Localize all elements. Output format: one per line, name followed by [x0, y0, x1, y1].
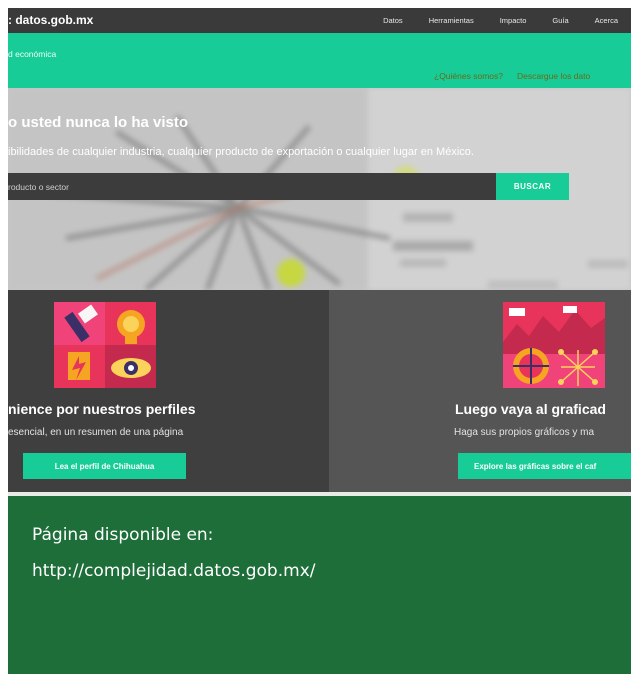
card-graphs-description: Haga sus propios gráficos y ma: [454, 427, 595, 438]
availability-panel: Página disponible en: http://complejidad…: [8, 496, 631, 674]
nav-link-impacto[interactable]: Impacto: [487, 16, 540, 25]
section-subbar: d económica ¿Quiénes somos? Descargue lo…: [8, 33, 631, 88]
top-navbar: : datos.gob.mx Datos Herramientas Impact…: [8, 8, 631, 33]
card-graphs: Luego vaya al graficad Haga sus propios …: [329, 290, 631, 492]
nav-links: Datos Herramientas Impacto Guía Acerca: [370, 8, 631, 33]
card-graphs-title: Luego vaya al graficad: [455, 401, 606, 417]
explore-graphs-button[interactable]: Explore las gráficas sobre el caf: [458, 453, 631, 479]
search-bar: [8, 173, 496, 200]
hero-title: o usted nunca lo ha visto: [8, 114, 189, 131]
nav-link-herramientas[interactable]: Herramientas: [416, 16, 487, 25]
availability-url[interactable]: http://complejidad.datos.gob.mx/: [32, 561, 315, 581]
profile-illustration-icon: [54, 302, 156, 388]
screenshot-frame: : datos.gob.mx Datos Herramientas Impact…: [8, 8, 631, 674]
search-button[interactable]: BUSCAR: [496, 173, 569, 200]
search-input[interactable]: [8, 173, 496, 200]
profile-chihuahua-button[interactable]: Lea el perfil de Chihuahua: [23, 453, 186, 479]
card-profiles: nience por nuestros perfiles esencial, e…: [8, 290, 329, 492]
feature-cards: nience por nuestros perfiles esencial, e…: [8, 290, 631, 492]
link-descargue-datos[interactable]: Descargue los dato: [517, 71, 590, 81]
hero-section: o usted nunca lo ha visto ibilidades de …: [8, 88, 631, 290]
card-profiles-title: nience por nuestros perfiles: [8, 401, 196, 417]
graph-illustration-icon: [503, 302, 605, 388]
section-title: d económica: [8, 49, 57, 59]
nav-link-guia[interactable]: Guía: [539, 16, 581, 25]
subbar-links: ¿Quiénes somos? Descargue los dato: [434, 71, 604, 81]
nav-link-acerca[interactable]: Acerca: [582, 16, 631, 25]
availability-label: Página disponible en:: [32, 525, 214, 545]
hero-subtitle: ibilidades de cualquier industria, cualq…: [8, 146, 474, 158]
nav-link-datos[interactable]: Datos: [370, 16, 416, 25]
link-quienes-somos[interactable]: ¿Quiénes somos?: [434, 71, 503, 81]
site-brand[interactable]: : datos.gob.mx: [8, 8, 93, 33]
card-profiles-description: esencial, en un resumen de una página: [8, 427, 184, 438]
